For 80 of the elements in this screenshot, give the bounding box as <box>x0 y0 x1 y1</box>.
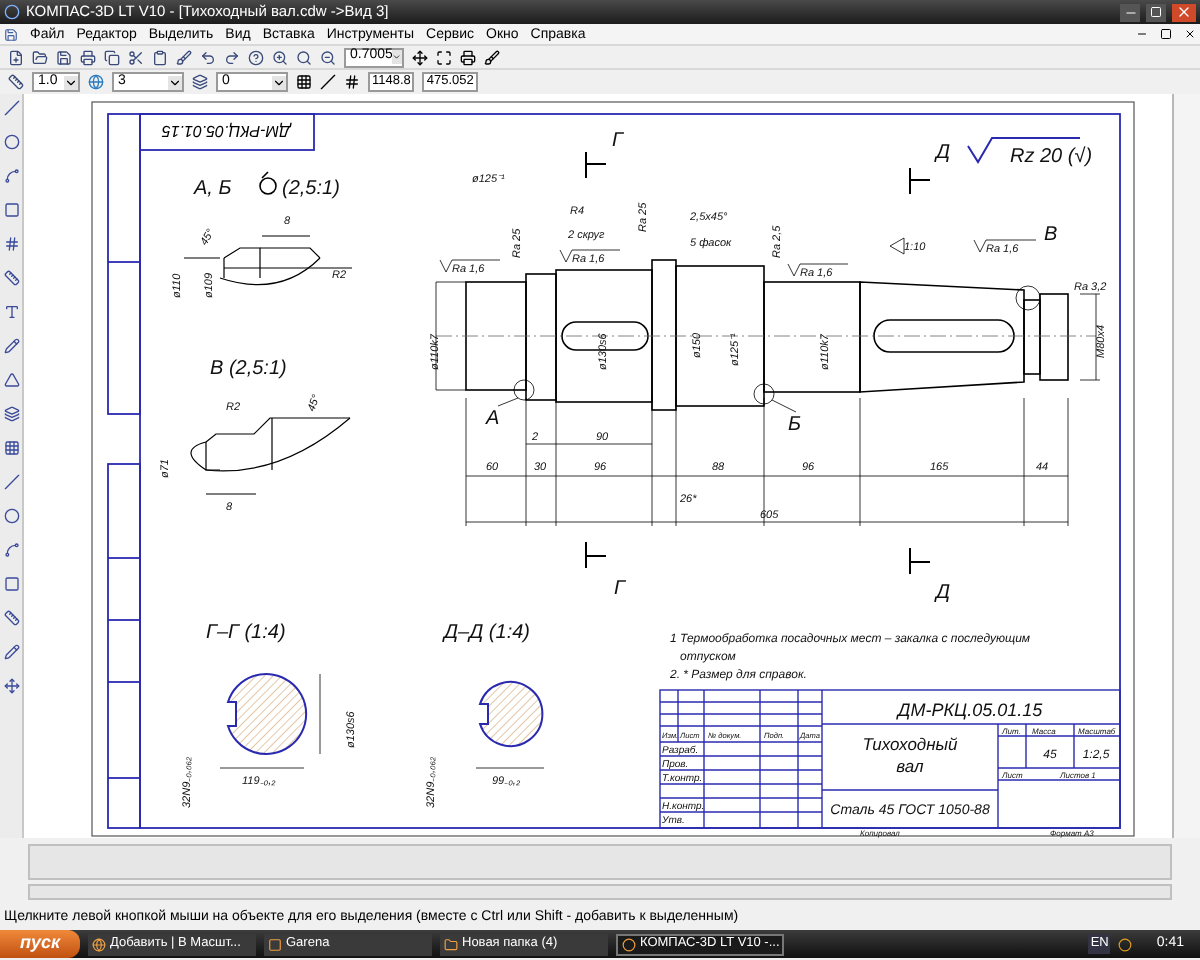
caret-icon <box>392 50 402 64</box>
globe-icon[interactable] <box>88 74 104 90</box>
line-icon[interactable] <box>320 74 336 90</box>
zoom-in-icon[interactable] <box>272 49 288 65</box>
save-icon[interactable] <box>56 49 72 65</box>
printer-icon[interactable] <box>80 49 96 65</box>
part-name: вал <box>896 756 924 776</box>
close-button[interactable] <box>1172 3 1196 21</box>
view-title: Д–Д (1:4) <box>444 622 530 644</box>
curve-icon[interactable] <box>3 168 19 184</box>
part-name: Тихоходный <box>862 734 958 754</box>
layers-icon[interactable] <box>192 74 208 90</box>
section-letter: Г <box>614 578 625 600</box>
caret-icon <box>168 75 182 89</box>
minimize-button[interactable] <box>1120 3 1140 21</box>
cut-icon[interactable] <box>128 49 144 65</box>
redo-icon[interactable] <box>224 49 240 65</box>
line-icon[interactable] <box>3 474 19 490</box>
hatch-icon[interactable] <box>3 236 19 252</box>
maximize-button[interactable] <box>1146 3 1166 21</box>
curve-icon[interactable] <box>3 542 19 558</box>
brush-icon[interactable] <box>176 49 192 65</box>
app-logo-icon <box>4 4 20 20</box>
section-letter: Б <box>788 414 802 436</box>
drawing-number: ДМ-РКЦ.05.01.15 <box>897 700 1043 720</box>
hatch-icon[interactable] <box>344 74 360 90</box>
close-icon <box>1176 4 1192 20</box>
move-icon[interactable] <box>3 678 19 694</box>
pencil-icon[interactable] <box>3 644 19 660</box>
cross-section-drawing <box>475 681 545 769</box>
restore-icon[interactable] <box>1160 28 1172 40</box>
drawing-number: ДМ-РКЦ.05.01.15 <box>161 122 291 140</box>
document-icon <box>4 27 18 41</box>
caret-icon <box>64 75 78 89</box>
rectangle-icon[interactable] <box>3 576 19 592</box>
rectangle-icon[interactable] <box>3 202 19 218</box>
close-icon[interactable] <box>1184 28 1196 40</box>
text-icon[interactable] <box>3 304 19 320</box>
triangle-icon[interactable] <box>3 372 19 388</box>
circle-icon[interactable] <box>3 508 19 524</box>
view-title: (2,5:1) <box>282 178 340 200</box>
search-icon[interactable] <box>296 49 312 65</box>
globe-icon <box>92 937 106 951</box>
view-title: Г–Г (1:4) <box>206 622 286 644</box>
new-file-icon[interactable] <box>8 49 24 65</box>
view-title: Rz 20 (√) <box>1010 146 1093 168</box>
detail-circle-icon <box>259 171 277 195</box>
app-icon <box>268 937 282 951</box>
zoom-out-icon[interactable] <box>320 49 336 65</box>
pencil-icon[interactable] <box>3 338 19 354</box>
grid-icon[interactable] <box>296 74 312 90</box>
layers-icon[interactable] <box>3 406 19 422</box>
open-folder-icon[interactable] <box>32 49 48 65</box>
brush-icon[interactable] <box>484 49 500 65</box>
printer-icon[interactable] <box>460 49 476 65</box>
cross-section-drawing <box>219 673 321 769</box>
app-icon <box>622 937 636 951</box>
ruler-icon[interactable] <box>3 270 19 286</box>
section-letter: Г <box>612 130 623 152</box>
maximize-icon <box>1150 6 1162 18</box>
section-letter: В <box>1044 224 1058 246</box>
undo-icon[interactable] <box>200 49 216 65</box>
help-icon[interactable] <box>248 49 264 65</box>
copy-icon[interactable] <box>104 49 120 65</box>
section-letter: Д <box>936 582 951 604</box>
scrollbar[interactable] <box>1172 94 1200 838</box>
section-letter: Д <box>936 142 951 164</box>
ruler-icon[interactable] <box>8 74 24 90</box>
view-title: А, Б <box>194 178 232 200</box>
view-title: В (2,5:1) <box>210 358 287 380</box>
line-icon[interactable] <box>3 100 19 116</box>
ruler-icon[interactable] <box>3 610 19 626</box>
caret-icon <box>272 75 286 89</box>
circle-icon[interactable] <box>3 134 19 150</box>
tray-icon[interactable] <box>1118 937 1133 951</box>
paste-icon[interactable] <box>152 49 168 65</box>
section-letter: А <box>486 408 500 430</box>
pan-icon[interactable] <box>412 49 428 65</box>
folder-icon <box>444 937 458 951</box>
fit-icon[interactable] <box>436 49 452 65</box>
